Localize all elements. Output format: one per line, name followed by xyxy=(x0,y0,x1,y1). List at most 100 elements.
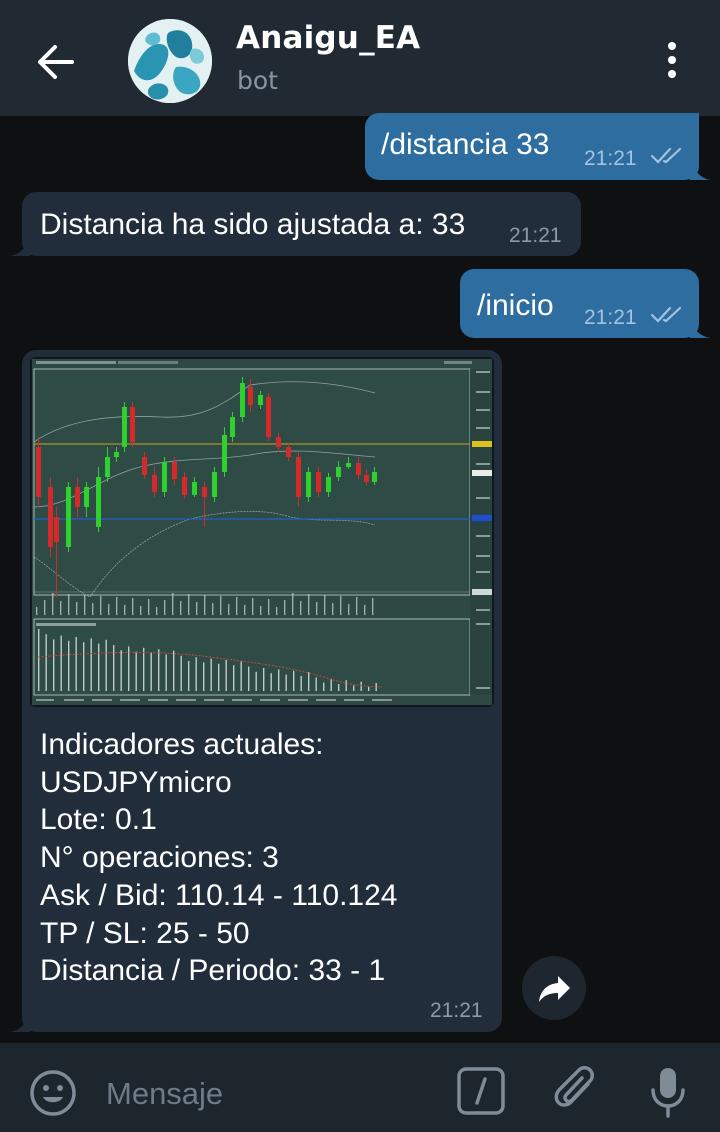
read-checks-icon xyxy=(650,147,682,164)
macd-bar xyxy=(158,649,160,691)
candle-body xyxy=(152,475,157,492)
macd-bar xyxy=(360,681,362,691)
message-text: /distancia 33 xyxy=(381,128,550,161)
volume-bar xyxy=(252,598,254,615)
caption-line: Distancia / Periodo: 33 - 1 xyxy=(40,954,386,988)
candle-body xyxy=(105,457,110,477)
volume-bar xyxy=(68,594,70,615)
candle-body xyxy=(162,462,167,492)
message-outgoing[interactable]: /inicio 21:21 xyxy=(460,269,699,338)
macd-bar xyxy=(53,639,55,691)
macd-bar xyxy=(188,661,190,691)
back-button[interactable] xyxy=(30,38,82,86)
message-time: 21:21 xyxy=(584,306,637,329)
bot-avatar-image xyxy=(128,19,212,103)
message-text: /inicio xyxy=(477,289,554,322)
candle-body xyxy=(248,387,253,405)
volume-bar xyxy=(60,601,62,615)
volume-bar xyxy=(324,595,326,615)
caption-line: USDJPYmicro xyxy=(40,765,232,799)
candle-body xyxy=(266,397,271,437)
more-options-button[interactable] xyxy=(656,38,688,82)
message-time: 21:21 xyxy=(430,999,483,1022)
trading-chart xyxy=(30,357,494,707)
volume-bar xyxy=(100,596,102,615)
macd-bar xyxy=(113,645,115,691)
candle-body xyxy=(286,447,291,457)
candle-body xyxy=(75,487,80,507)
macd-bar xyxy=(225,660,227,691)
volume-bar xyxy=(268,599,270,615)
volume-bar xyxy=(300,601,302,615)
candle-body xyxy=(212,472,217,497)
bot-command-button[interactable] xyxy=(456,1066,506,1116)
macd-bar xyxy=(203,662,205,691)
macd-bar xyxy=(173,650,175,691)
volume-bar xyxy=(220,596,222,615)
chat-subtitle: bot xyxy=(237,66,278,95)
message-input[interactable] xyxy=(104,1070,428,1118)
macd-bar xyxy=(45,634,47,691)
chart-screenshot-image[interactable] xyxy=(30,357,494,707)
candle-body xyxy=(84,487,89,507)
voice-message-button[interactable] xyxy=(648,1064,688,1120)
chat-title[interactable]: Anaigu_EA xyxy=(236,20,420,56)
macd-bar xyxy=(345,680,347,691)
volume-bar xyxy=(188,594,190,615)
macd-bar xyxy=(128,646,130,691)
message-outgoing[interactable]: /distancia 33 21:21 xyxy=(365,113,699,180)
candle-body xyxy=(192,482,197,495)
macd-bar xyxy=(210,658,212,691)
macd-bar xyxy=(293,670,295,691)
macd-bar xyxy=(368,686,370,691)
forward-button[interactable] xyxy=(522,956,586,1020)
bot-avatar[interactable] xyxy=(128,19,212,103)
macd-bar xyxy=(278,669,280,691)
macd-bar xyxy=(165,654,167,691)
arrow-left-icon xyxy=(38,45,74,79)
macd-bar xyxy=(308,672,310,691)
volume-bar xyxy=(156,607,158,615)
emoji-button[interactable] xyxy=(28,1068,78,1118)
macd-bar xyxy=(38,629,40,691)
volume-bar xyxy=(76,602,78,615)
volume-bar xyxy=(204,595,206,615)
volume-bar xyxy=(36,607,38,615)
macd-bar xyxy=(300,676,302,691)
candle-body xyxy=(326,477,331,492)
caption-line: Indicadores actuales: xyxy=(40,728,324,761)
candle-body xyxy=(96,477,101,527)
macd-bar xyxy=(75,637,77,691)
candle-body xyxy=(172,462,177,479)
macd-bar xyxy=(233,665,235,691)
volume-bar xyxy=(340,596,342,615)
candle-body xyxy=(316,472,321,492)
volume-bar xyxy=(228,604,230,615)
volume-bar xyxy=(356,597,358,615)
paperclip-icon xyxy=(554,1066,594,1107)
volume-bar xyxy=(84,595,86,615)
macd-bar xyxy=(68,640,70,691)
macd-bar xyxy=(285,674,287,691)
macd-bar xyxy=(255,671,257,691)
message-text: Distancia ha sido ajustada a: 33 xyxy=(40,208,466,241)
attach-button[interactable] xyxy=(552,1064,602,1118)
candle-body xyxy=(122,407,127,447)
volume-bar xyxy=(364,605,366,615)
candle-body xyxy=(114,452,119,457)
candle-body xyxy=(306,472,311,497)
message-incoming[interactable]: Distancia ha sido ajustada a: 33 21:21 xyxy=(22,192,581,256)
volume-bar xyxy=(244,605,246,615)
chat-header: Anaigu_EA bot xyxy=(0,0,720,116)
volume-bar xyxy=(284,600,286,615)
volume-bar xyxy=(308,594,310,615)
volume-bar xyxy=(276,607,278,615)
volume-bar xyxy=(132,598,134,615)
macd-bar xyxy=(270,673,272,691)
macd-bar xyxy=(90,638,92,691)
macd-bar xyxy=(135,651,137,691)
candle-body xyxy=(54,517,59,542)
macd-bar xyxy=(240,661,242,691)
volume-bar xyxy=(148,599,150,615)
macd-bar xyxy=(330,678,332,691)
